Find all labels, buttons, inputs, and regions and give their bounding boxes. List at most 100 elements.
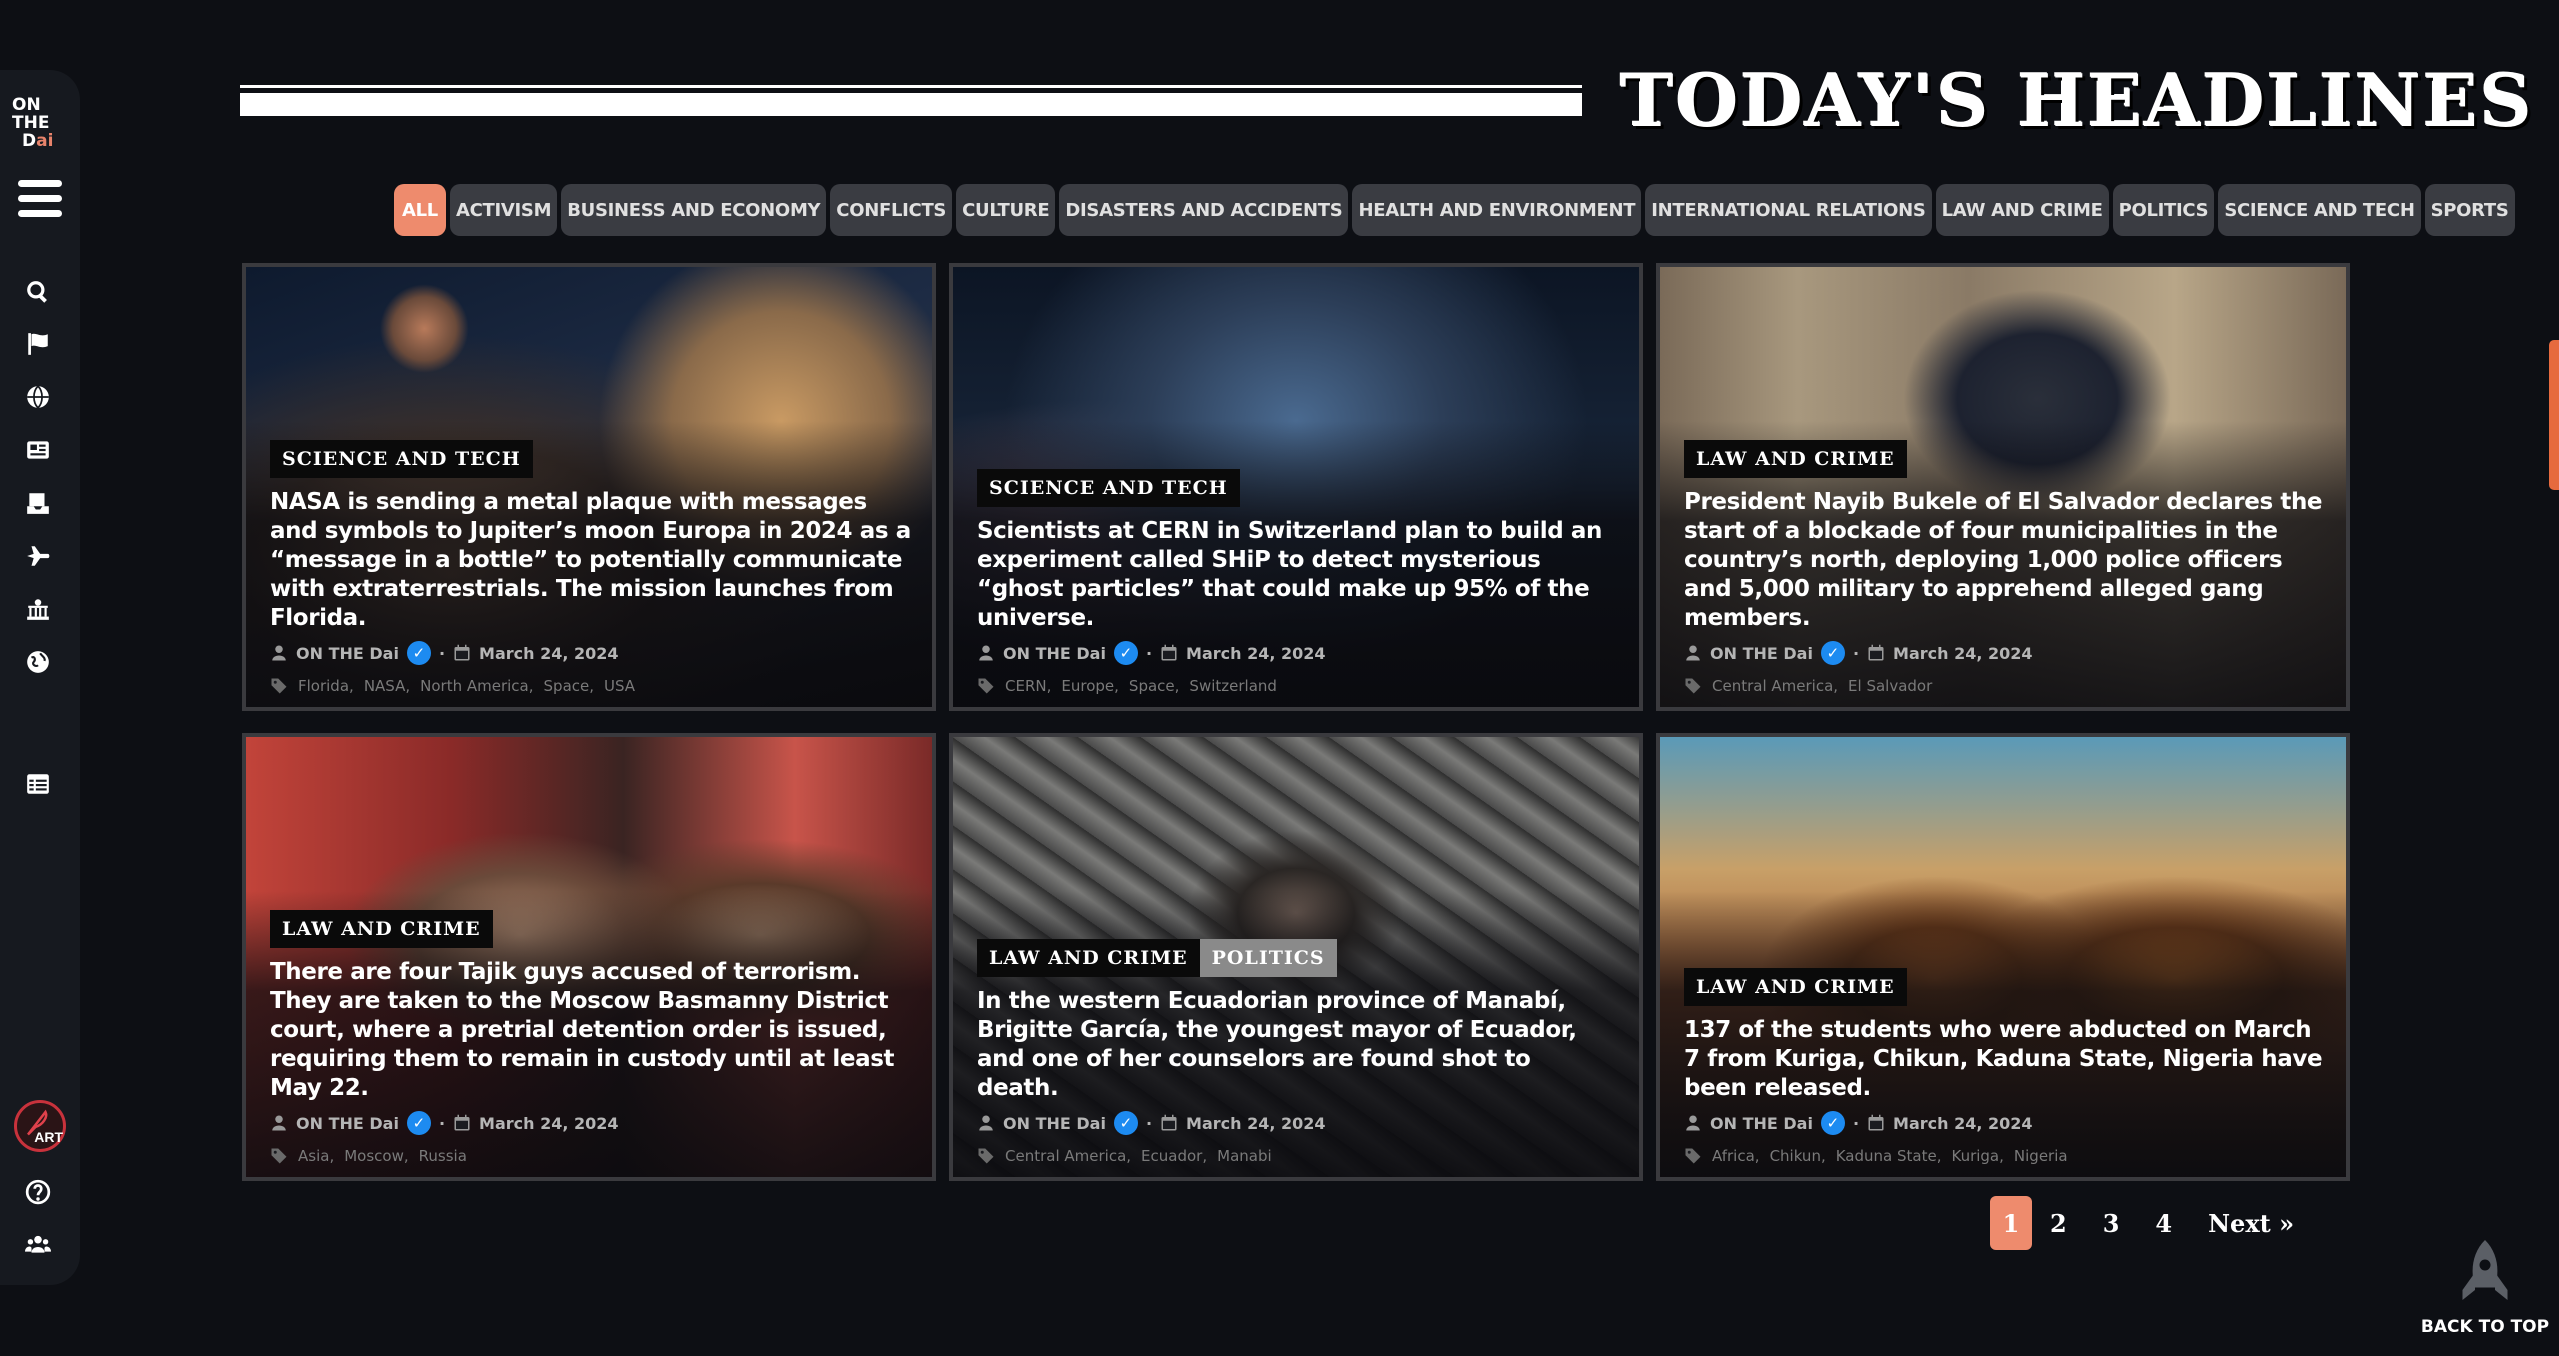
card-author[interactable]: ON THE Dai	[296, 644, 399, 663]
card-tag[interactable]: Africa	[1712, 1147, 1760, 1165]
card-tag[interactable]: Manabi	[1217, 1147, 1272, 1165]
category-law-and-crime[interactable]: LAW AND CRIME	[1935, 184, 2109, 236]
card-category-badge[interactable]: LAW AND CRIME	[1684, 440, 1907, 478]
card-category-badge[interactable]: SCIENCE AND TECH	[977, 469, 1240, 507]
card-body: LAW AND CRIME There are four Tajik guys …	[270, 910, 912, 1165]
card-tag[interactable]: CERN	[1005, 677, 1051, 695]
site-logo[interactable]: ON THE Dai	[12, 96, 68, 156]
card-date: March 24, 2024	[479, 1113, 619, 1133]
card-tags: Asia Moscow Russia	[270, 1147, 912, 1165]
category-science-and-tech[interactable]: SCIENCE AND TECH	[2218, 184, 2421, 236]
card-tag[interactable]: Space	[544, 677, 595, 695]
category-conflicts[interactable]: CONFLICTS	[830, 184, 953, 236]
card-tag[interactable]: NASA	[364, 677, 410, 695]
search-icon[interactable]	[24, 278, 52, 306]
card-tag[interactable]: Florida	[298, 677, 354, 695]
card-author[interactable]: ON THE Dai	[1003, 1114, 1106, 1133]
card-tag[interactable]: Nigeria	[2014, 1147, 2068, 1165]
card-title[interactable]: President Nayib Bukele of El Salvador de…	[1684, 488, 2326, 633]
scrollbar-thumb[interactable]	[2549, 340, 2559, 490]
card-body: SCIENCE AND TECH Scientists at CERN in S…	[977, 469, 1619, 695]
next-page-button[interactable]: Next »	[2190, 1196, 2312, 1250]
card-title[interactable]: 137 of the students who were abducted on…	[1684, 1016, 2326, 1103]
earth-icon[interactable]	[24, 648, 52, 676]
logo-line-1: ON	[12, 95, 41, 115]
landmark-icon[interactable]	[24, 595, 52, 623]
news-card[interactable]: LAW AND CRIME President Nayib Bukele of …	[1656, 263, 2350, 711]
card-tag[interactable]: Central America	[1005, 1147, 1131, 1165]
news-card[interactable]: LAW AND CRIME POLITICS In the western Ec…	[949, 733, 1643, 1181]
card-tag[interactable]: Asia	[298, 1147, 334, 1165]
user-icon	[1686, 645, 1700, 661]
category-all[interactable]: ALL	[394, 184, 446, 236]
card-tag[interactable]: North America	[420, 677, 533, 695]
card-category-badge[interactable]: LAW AND CRIME	[1684, 968, 1907, 1006]
card-date: March 24, 2024	[1893, 643, 2033, 663]
card-tag[interactable]: Chikun	[1770, 1147, 1826, 1165]
card-author[interactable]: ON THE Dai	[296, 1114, 399, 1133]
card-tag[interactable]: Switzerland	[1189, 677, 1277, 695]
card-tag[interactable]: Kaduna State	[1836, 1147, 1942, 1165]
news-card[interactable]: LAW AND CRIME There are four Tajik guys …	[242, 733, 936, 1181]
card-body: SCIENCE AND TECH NASA is sending a metal…	[270, 440, 912, 695]
inbox-icon[interactable]	[24, 489, 52, 517]
globe-icon[interactable]	[24, 383, 52, 411]
verified-badge-icon: ✓	[1113, 1111, 1138, 1135]
card-category-badge[interactable]: POLITICS	[1199, 939, 1337, 977]
news-card[interactable]: SCIENCE AND TECH Scientists at CERN in S…	[949, 263, 1643, 711]
pagination: 1 2 3 4 Next »	[1990, 1196, 2312, 1250]
card-author[interactable]: ON THE Dai	[1003, 644, 1106, 663]
card-title[interactable]: NASA is sending a metal plaque with mess…	[270, 488, 912, 633]
category-sports[interactable]: SPORTS	[2424, 184, 2515, 236]
art-feather-icon[interactable]: ART	[14, 1100, 66, 1152]
page-3-button[interactable]: 3	[2085, 1196, 2138, 1250]
user-icon	[272, 1115, 286, 1131]
category-activism[interactable]: ACTIVISM	[449, 184, 558, 236]
card-body: LAW AND CRIME 137 of the students who we…	[1684, 968, 2326, 1165]
card-category-badge[interactable]: LAW AND CRIME	[977, 939, 1200, 977]
header-rule-thin	[240, 85, 1582, 88]
card-title[interactable]: Scientists at CERN in Switzerland plan t…	[977, 517, 1619, 633]
card-tag[interactable]: Central America	[1712, 677, 1838, 695]
plane-icon[interactable]	[24, 542, 52, 570]
card-tag[interactable]: El Salvador	[1848, 677, 1932, 695]
card-tag[interactable]: Moscow	[344, 1147, 408, 1165]
category-disasters-and-accidents[interactable]: DISASTERS AND ACCIDENTS	[1059, 184, 1349, 236]
flag-icon[interactable]	[24, 330, 52, 358]
category-business-and-economy[interactable]: BUSINESS AND ECONOMY	[561, 184, 827, 236]
page-1-button[interactable]: 1	[1990, 1196, 2032, 1250]
category-health-and-environment[interactable]: HEALTH AND ENVIRONMENT	[1352, 184, 1642, 236]
card-tag[interactable]: Space	[1129, 677, 1180, 695]
hamburger-menu-icon[interactable]	[18, 180, 62, 220]
card-meta: ON THE Dai ✓ · March 24, 2024	[1684, 641, 2326, 665]
card-tag[interactable]: Kuriga	[1951, 1147, 2003, 1165]
card-author[interactable]: ON THE Dai	[1710, 1114, 1813, 1133]
card-tag[interactable]: Russia	[419, 1147, 467, 1165]
calendar-icon	[1161, 644, 1177, 661]
header-rule-thick	[240, 93, 1582, 116]
users-icon[interactable]	[24, 1230, 52, 1258]
page-2-button[interactable]: 2	[2032, 1196, 2085, 1250]
card-tag[interactable]: USA	[604, 677, 635, 695]
card-title[interactable]: In the western Ecuadorian province of Ma…	[977, 987, 1619, 1103]
card-tag[interactable]: Ecuador	[1141, 1147, 1207, 1165]
category-culture[interactable]: CULTURE	[956, 184, 1056, 236]
card-title[interactable]: There are four Tajik guys accused of ter…	[270, 958, 912, 1103]
user-icon	[979, 1115, 993, 1131]
card-body: LAW AND CRIME POLITICS In the western Ec…	[977, 939, 1619, 1165]
news-card[interactable]: LAW AND CRIME 137 of the students who we…	[1656, 733, 2350, 1181]
verified-badge-icon: ✓	[406, 641, 431, 665]
card-category-badge[interactable]: SCIENCE AND TECH	[270, 440, 533, 478]
list-icon[interactable]	[24, 770, 52, 798]
category-politics[interactable]: POLITICS	[2112, 184, 2215, 236]
help-icon[interactable]	[24, 1178, 52, 1206]
user-icon	[1686, 1115, 1700, 1131]
back-to-top-button[interactable]: BACK TO TOP	[2420, 1240, 2550, 1337]
card-category-badge[interactable]: LAW AND CRIME	[270, 910, 493, 948]
page-4-button[interactable]: 4	[2137, 1196, 2190, 1250]
category-international-relations[interactable]: INTERNATIONAL RELATIONS	[1645, 184, 1932, 236]
card-tag[interactable]: Europe	[1061, 677, 1119, 695]
news-card[interactable]: SCIENCE AND TECH NASA is sending a metal…	[242, 263, 936, 711]
newspaper-icon[interactable]	[24, 436, 52, 464]
card-author[interactable]: ON THE Dai	[1710, 644, 1813, 663]
